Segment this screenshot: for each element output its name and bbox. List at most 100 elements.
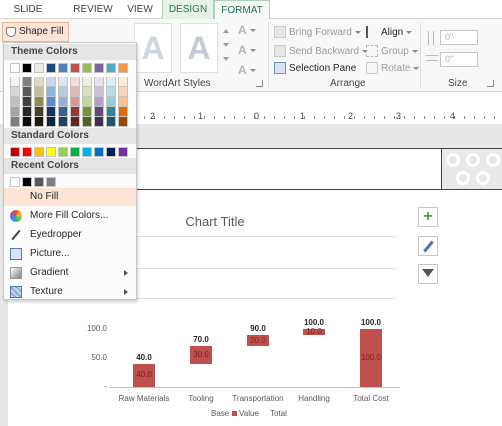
- theme-shade-swatch[interactable]: [58, 77, 68, 87]
- theme-shade-swatch[interactable]: [94, 97, 104, 107]
- chart-styles-button[interactable]: [418, 236, 438, 256]
- theme-shade-swatch[interactable]: [82, 97, 92, 107]
- recent-color-swatch[interactable]: [46, 177, 56, 187]
- theme-shade-swatch[interactable]: [22, 77, 32, 87]
- recent-color-swatch[interactable]: [22, 177, 32, 187]
- wordart-style-2[interactable]: A: [180, 23, 218, 73]
- theme-shade-swatch[interactable]: [46, 87, 56, 97]
- tab-slide-show[interactable]: SLIDE SHOW: [0, 0, 56, 34]
- theme-shade-swatch[interactable]: [106, 117, 116, 127]
- eyedropper-item[interactable]: Eyedropper: [4, 226, 136, 244]
- theme-shade-swatch[interactable]: [106, 77, 116, 87]
- theme-shade-swatch[interactable]: [10, 97, 20, 107]
- theme-shade-swatch[interactable]: [46, 107, 56, 117]
- chart-title[interactable]: Chart Title: [150, 214, 280, 229]
- send-backward-button[interactable]: Send Backward: [274, 43, 369, 61]
- bring-forward-button[interactable]: Bring Forward: [274, 24, 361, 42]
- shape-fill-button[interactable]: Shape Fill: [2, 22, 69, 51]
- theme-shade-swatch[interactable]: [34, 97, 44, 107]
- shape-width-field[interactable]: 0": [440, 52, 478, 67]
- theme-shade-swatch[interactable]: [34, 117, 44, 127]
- recent-color-swatch[interactable]: [34, 177, 44, 187]
- theme-shade-swatch[interactable]: [118, 117, 128, 127]
- align-button[interactable]: Align: [366, 24, 413, 42]
- theme-color-swatch[interactable]: [118, 63, 128, 73]
- theme-shade-swatch[interactable]: [58, 107, 68, 117]
- chart-elements-button[interactable]: +: [418, 207, 438, 227]
- theme-shade-swatch[interactable]: [82, 77, 92, 87]
- theme-shade-swatch[interactable]: [46, 97, 56, 107]
- text-effects-icon[interactable]: A: [238, 61, 256, 79]
- theme-shade-swatch[interactable]: [94, 107, 104, 117]
- selection-pane-button[interactable]: Selection Pane: [274, 60, 356, 78]
- tab-review[interactable]: REVIEW: [68, 0, 118, 19]
- theme-shade-swatch[interactable]: [22, 117, 32, 127]
- theme-shade-swatch[interactable]: [34, 87, 44, 97]
- standard-color-swatch[interactable]: [94, 147, 104, 157]
- theme-color-swatch[interactable]: [94, 63, 104, 73]
- theme-shade-swatch[interactable]: [58, 87, 68, 97]
- theme-shade-swatch[interactable]: [22, 87, 32, 97]
- standard-color-swatch[interactable]: [70, 147, 80, 157]
- theme-color-swatch[interactable]: [34, 63, 44, 73]
- theme-shade-swatch[interactable]: [118, 87, 128, 97]
- recent-color-swatch[interactable]: [10, 177, 20, 187]
- more-fill-colors-item[interactable]: More Fill Colors...: [4, 207, 136, 225]
- standard-color-swatch[interactable]: [34, 147, 44, 157]
- size-dialog-launcher[interactable]: [487, 80, 494, 87]
- theme-color-swatch[interactable]: [46, 63, 56, 73]
- chart-filters-button[interactable]: [418, 264, 438, 284]
- theme-shade-swatch[interactable]: [118, 97, 128, 107]
- group-button[interactable]: Group: [366, 43, 418, 61]
- standard-color-swatch[interactable]: [10, 147, 20, 157]
- theme-shade-swatch[interactable]: [118, 107, 128, 117]
- gradient-item[interactable]: Gradient: [4, 264, 136, 282]
- wordart-dialog-launcher[interactable]: [256, 80, 263, 87]
- theme-shade-swatch[interactable]: [94, 117, 104, 127]
- tab-format[interactable]: FORMAT: [214, 0, 270, 20]
- tab-design[interactable]: DESIGN: [162, 0, 214, 19]
- text-outline-icon[interactable]: A: [238, 41, 256, 59]
- theme-shade-swatch[interactable]: [58, 117, 68, 127]
- theme-shade-swatch[interactable]: [70, 97, 80, 107]
- theme-shade-swatch[interactable]: [46, 77, 56, 87]
- standard-color-swatch[interactable]: [82, 147, 92, 157]
- theme-color-swatch[interactable]: [58, 63, 68, 73]
- theme-shade-swatch[interactable]: [82, 117, 92, 127]
- theme-shade-swatch[interactable]: [22, 107, 32, 117]
- theme-shade-swatch[interactable]: [118, 77, 128, 87]
- theme-shade-swatch[interactable]: [106, 107, 116, 117]
- theme-shade-swatch[interactable]: [58, 97, 68, 107]
- theme-shade-swatch[interactable]: [106, 87, 116, 97]
- standard-color-swatch[interactable]: [22, 147, 32, 157]
- standard-color-swatch[interactable]: [106, 147, 116, 157]
- tab-view[interactable]: VIEW: [122, 0, 158, 19]
- picture-item[interactable]: Picture...: [4, 245, 136, 263]
- theme-shade-swatch[interactable]: [70, 77, 80, 87]
- theme-color-swatch[interactable]: [22, 63, 32, 73]
- shape-height-field[interactable]: 0": [440, 30, 478, 45]
- theme-shade-swatch[interactable]: [94, 77, 104, 87]
- theme-color-swatch[interactable]: [82, 63, 92, 73]
- theme-shade-swatch[interactable]: [106, 97, 116, 107]
- theme-shade-swatch[interactable]: [82, 87, 92, 97]
- rotate-button[interactable]: Rotate: [366, 60, 420, 78]
- theme-shade-swatch[interactable]: [10, 107, 20, 117]
- theme-shade-swatch[interactable]: [10, 117, 20, 127]
- theme-color-swatch[interactable]: [10, 63, 20, 73]
- theme-shade-swatch[interactable]: [22, 97, 32, 107]
- standard-color-swatch[interactable]: [58, 147, 68, 157]
- texture-item[interactable]: Texture: [4, 283, 136, 301]
- no-fill-item[interactable]: No Fill: [4, 188, 136, 206]
- standard-color-swatch[interactable]: [118, 147, 128, 157]
- text-fill-icon[interactable]: A: [238, 21, 256, 39]
- theme-shade-swatch[interactable]: [46, 117, 56, 127]
- theme-shade-swatch[interactable]: [10, 87, 20, 97]
- theme-shade-swatch[interactable]: [70, 107, 80, 117]
- theme-shade-swatch[interactable]: [94, 87, 104, 97]
- wordart-scroll[interactable]: [222, 25, 230, 73]
- theme-shade-swatch[interactable]: [70, 87, 80, 97]
- theme-shade-swatch[interactable]: [10, 77, 20, 87]
- theme-shade-swatch[interactable]: [70, 117, 80, 127]
- theme-color-swatch[interactable]: [70, 63, 80, 73]
